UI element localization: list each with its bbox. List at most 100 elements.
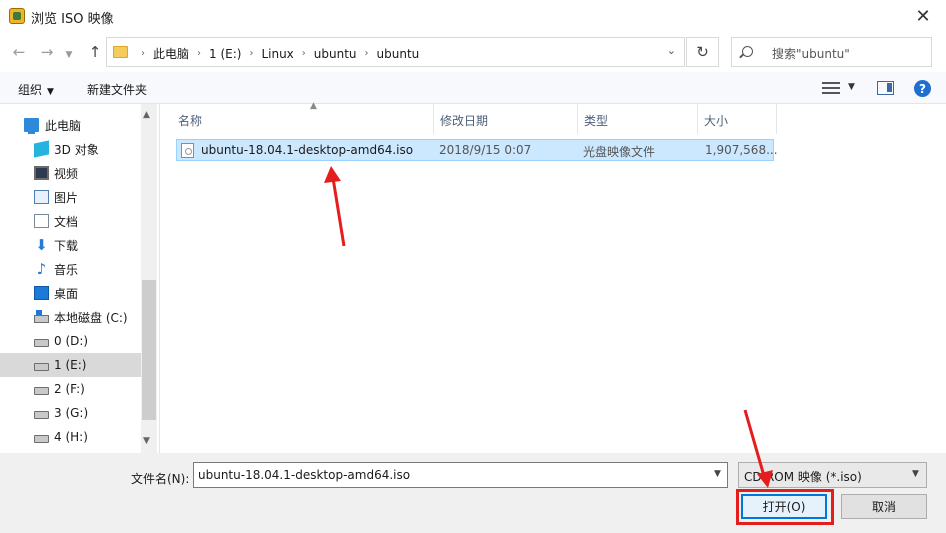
new-folder-button[interactable]: 新建文件夹	[87, 81, 147, 98]
file-size: 1,907,568...	[705, 143, 778, 157]
drive-icon	[34, 387, 49, 395]
column-header-type[interactable]: 类型	[584, 112, 608, 129]
breadcrumb-item-ubuntu-current[interactable]: ubuntu	[377, 47, 420, 61]
scroll-up-icon[interactable]: ▲	[143, 110, 150, 120]
sidebar-item-downloads[interactable]: ⬇ 下载	[0, 233, 141, 257]
caret-down-icon: ▼	[47, 87, 54, 97]
sidebar-item-videos[interactable]: 视频	[0, 161, 141, 185]
column-divider[interactable]	[433, 104, 434, 134]
column-divider[interactable]	[697, 104, 698, 134]
forward-button[interactable]: →	[36, 42, 58, 62]
breadcrumb-item-ubuntu[interactable]: ubuntu	[314, 47, 357, 61]
organize-button[interactable]: 组织 ▼	[18, 81, 54, 98]
disc-image-file-icon	[181, 143, 194, 158]
sidebar-item-drive-h[interactable]: 4 (H:)	[0, 425, 141, 449]
app-icon	[9, 8, 25, 24]
sidebar-item-desktop[interactable]: 桌面	[0, 281, 141, 305]
chevron-right-icon[interactable]: ›	[365, 48, 369, 59]
sidebar-item-drive-d[interactable]: 0 (D:)	[0, 329, 141, 353]
sidebar-item-this-pc[interactable]: 此电脑	[0, 113, 141, 137]
window-title: 浏览 ISO 映像	[31, 12, 114, 27]
up-button[interactable]: ↑	[84, 42, 106, 62]
sidebar-item-label: 图片	[54, 190, 79, 205]
breadcrumb-item-drive[interactable]: 1 (E:)	[209, 47, 241, 61]
cancel-button[interactable]: 取消	[841, 494, 927, 519]
title-bar: 浏览 ISO 映像 ✕	[0, 0, 946, 32]
back-button[interactable]: ←	[8, 42, 30, 62]
sort-ascending-icon: ▲	[310, 101, 317, 111]
chevron-down-icon[interactable]: ▼	[714, 469, 721, 479]
sidebar-item-documents[interactable]: 文档	[0, 209, 141, 233]
search-icon	[742, 46, 753, 57]
preview-pane-icon[interactable]	[877, 81, 894, 95]
sidebar-item-music[interactable]: ♪ 音乐	[0, 257, 141, 281]
sidebar-item-label: 3 (G:)	[54, 406, 89, 420]
sidebar-item-label: 0 (D:)	[54, 334, 89, 348]
open-button[interactable]: 打开(O)	[741, 494, 827, 519]
column-header-date[interactable]: 修改日期	[440, 112, 488, 129]
sidebar-item-label: 音乐	[54, 262, 79, 277]
organize-label: 组织	[18, 83, 43, 97]
video-icon	[34, 166, 49, 180]
search-placeholder: 搜索"ubuntu"	[772, 47, 850, 61]
sidebar-item-label: 视频	[54, 166, 79, 181]
breadcrumb: › 此电脑 › 1 (E:) › Linux › ubuntu › ubuntu	[137, 45, 423, 62]
search-input[interactable]: 搜索"ubuntu"	[731, 37, 932, 67]
chevron-right-icon[interactable]: ›	[302, 48, 306, 59]
column-divider[interactable]	[577, 104, 578, 134]
sidebar-item-drive-g[interactable]: 3 (G:)	[0, 401, 141, 425]
sidebar-item-label: 2 (F:)	[54, 382, 85, 396]
breadcrumb-item-linux[interactable]: Linux	[261, 47, 293, 61]
sidebar-scrollbar[interactable]: ▲ ▼	[141, 104, 157, 453]
file-name: ubuntu-18.04.1-desktop-amd64.iso	[201, 143, 414, 157]
column-header-size[interactable]: 大小	[704, 112, 728, 129]
column-divider[interactable]	[776, 104, 777, 134]
address-bar[interactable]: › 此电脑 › 1 (E:) › Linux › ubuntu › ubuntu…	[106, 37, 685, 67]
sidebar-item-label: 文档	[54, 214, 79, 229]
sidebar-item-label: 3D 对象	[54, 142, 99, 157]
arrow-left-icon: ←	[12, 43, 26, 61]
refresh-icon: ↻	[696, 43, 709, 61]
close-button[interactable]: ✕	[900, 0, 946, 32]
dialog-footer: 文件名(N): ubuntu-18.04.1-desktop-amd64.iso…	[0, 453, 946, 533]
filename-input[interactable]: ubuntu-18.04.1-desktop-amd64.iso	[193, 462, 728, 488]
navigation-pane: 此电脑 3D 对象 视频 图片 文档 ⬇ 下载 ♪ 音乐 桌面 本地磁盘 (C:…	[0, 104, 157, 453]
arrow-right-icon: →	[40, 43, 54, 61]
music-icon: ♪	[36, 260, 47, 278]
column-header-name[interactable]: 名称	[178, 112, 202, 129]
chevron-right-icon[interactable]: ›	[249, 48, 253, 59]
filetype-select[interactable]: CD-ROM 映像 (*.iso)	[738, 462, 927, 488]
recent-locations-button[interactable]: ▼	[62, 45, 76, 65]
view-options-icon[interactable]	[822, 82, 840, 94]
chevron-right-icon[interactable]: ›	[197, 48, 201, 59]
chevron-right-icon[interactable]: ›	[141, 48, 145, 59]
drive-icon	[34, 339, 49, 347]
sidebar-item-drive-f[interactable]: 2 (F:)	[0, 377, 141, 401]
folder-icon	[113, 46, 128, 58]
scrollbar-thumb[interactable]	[142, 280, 156, 420]
sidebar-item-pictures[interactable]: 图片	[0, 185, 141, 209]
file-row-ubuntu-iso[interactable]: ubuntu-18.04.1-desktop-amd64.iso 2018/9/…	[176, 139, 778, 161]
refresh-button[interactable]: ↻	[686, 37, 719, 67]
sidebar-item-label: 本地磁盘 (C:)	[54, 310, 128, 325]
chevron-down-icon[interactable]: ▼	[912, 469, 919, 479]
breadcrumb-item-pc[interactable]: 此电脑	[153, 45, 189, 62]
sidebar-item-local-disk-c[interactable]: 本地磁盘 (C:)	[0, 305, 141, 329]
computer-icon	[24, 118, 39, 134]
3d-objects-icon	[34, 140, 49, 158]
caret-down-icon[interactable]: ▼	[848, 82, 855, 92]
column-headers: ▲ 名称 修改日期 类型 大小	[172, 101, 942, 134]
close-icon: ✕	[915, 5, 931, 27]
sidebar-item-label: 此电脑	[45, 118, 82, 133]
sidebar-item-3d-objects[interactable]: 3D 对象	[0, 137, 141, 161]
documents-icon	[34, 214, 49, 228]
drive-icon	[34, 435, 49, 443]
sidebar-item-drive-e[interactable]: 1 (E:)	[0, 353, 141, 377]
file-date: 2018/9/15 0:07	[439, 143, 532, 157]
command-bar: 组织 ▼ 新建文件夹 ▼ ?	[0, 72, 946, 104]
sidebar-item-label: 4 (H:)	[54, 430, 88, 444]
file-list: ▲ 名称 修改日期 类型 大小 ubuntu-18.04.1-desktop-a…	[159, 101, 946, 453]
help-icon[interactable]: ?	[914, 80, 931, 97]
address-dropdown-icon[interactable]: ⌄	[667, 44, 676, 57]
scroll-down-icon[interactable]: ▼	[143, 436, 150, 446]
